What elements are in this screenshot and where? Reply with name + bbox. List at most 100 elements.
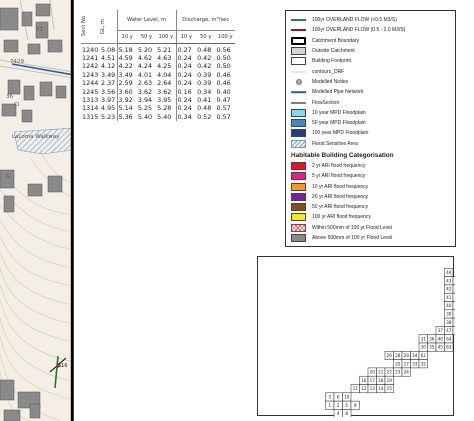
subheader-q-100y: 100 y	[215, 30, 235, 44]
table-cell: 5.20	[137, 45, 153, 54]
table-cell: 3.56	[101, 87, 116, 96]
red-box-icon	[291, 162, 306, 170]
legend-row: Building Footprint	[291, 56, 451, 66]
table-cell: 4.62	[137, 53, 153, 62]
node-dot-icon	[291, 78, 306, 86]
key-plan-sheet-number: 64	[446, 336, 452, 341]
subheader-wl-100y: 100 y	[156, 30, 176, 44]
legend-label: 100 year MPD Floodplain	[312, 130, 369, 137]
thick-outline-box-icon	[291, 36, 306, 45]
white-box-icon	[291, 57, 306, 66]
table-cell: 2.63	[137, 79, 153, 88]
legend-row: 20 yr ARI flood frequency	[291, 192, 451, 202]
green-line-icon	[291, 16, 306, 24]
legend-label: 5 yr ARI flood frequency	[312, 173, 366, 180]
table-cell: 2.59	[116, 79, 137, 88]
legend-label: FlowSection	[312, 99, 340, 106]
table-cell: 3.60	[116, 87, 137, 96]
table-cell: 0.42	[197, 53, 212, 62]
key-plan: 4443534252415140503949673848663747653136…	[257, 256, 455, 417]
legend-row: 100 year MPD Floodplain	[291, 128, 451, 138]
col-header-gl: GL, m	[100, 10, 117, 44]
table-cell: 5.08	[101, 45, 116, 54]
legend-label: 2 yr ARI flood frequency	[312, 163, 366, 169]
table-cell: 4.59	[116, 53, 137, 63]
table-row: 1245 3.56 3.60 3.62 3.62 0.16 0.34 0.40	[81, 87, 235, 96]
key-plan-sheet-number: 35	[429, 345, 435, 350]
table-row: 1241 4.51 4.59 4.62 4.63 0.24 0.42 0.50	[81, 53, 235, 63]
map-label-s16: S16	[58, 363, 68, 369]
legend-label: Within 500mm of 100 yr Flood Level	[312, 224, 393, 231]
legend-label: 50 yr ARI flood frequency	[312, 204, 369, 211]
legend-label: contours_DRF	[312, 68, 345, 75]
table-cell: 0.27	[175, 43, 197, 54]
table-cell: 5.25	[137, 104, 153, 113]
key-plan-sheet-number: 28	[395, 353, 401, 358]
table-cell: 0.46	[216, 70, 231, 79]
navy-box-icon	[291, 129, 306, 138]
yellow-box-icon	[291, 213, 306, 222]
key-plan-sheet-number: 45	[438, 345, 444, 350]
table-cell: 4.01	[137, 70, 153, 79]
map-view[interactable]: 71 7429 36 LaLoma Walkway Cl G S16	[0, 0, 74, 421]
legend-row: Catchment Boundary	[291, 36, 451, 46]
legend-label: Above 500mm of 100 yr Flood Level	[312, 235, 393, 242]
key-plan-sheet-number: 39	[446, 311, 452, 316]
table-cell: 5.36	[116, 112, 137, 122]
key-plan-sheet-number: 31	[421, 336, 427, 341]
table-cell: 3.95	[157, 95, 172, 104]
key-plan-sheet-number: 27	[404, 361, 410, 366]
col-header-water-level: Water Level, m	[116, 10, 176, 31]
key-plan-sheet-number: 63	[446, 345, 452, 350]
legend-label: Modelled Nodes	[312, 78, 349, 85]
key-plan-sheet-number: 14	[378, 386, 384, 391]
table-cell: 3.92	[116, 95, 137, 105]
table-cell: 1245	[82, 87, 99, 96]
legend-row: 50 year MPD Floodplain	[291, 118, 451, 128]
table-cell: 1242	[82, 62, 99, 71]
table-cell: 4.22	[116, 62, 137, 71]
table-cell: 3.94	[137, 95, 153, 104]
table-row: 1314 4.95 5.14 5.25 5.28 0.24 0.48 0.57	[81, 104, 235, 113]
blue-line-icon	[291, 88, 306, 96]
table-cell: 0.48	[197, 45, 212, 54]
table-cell: 0.48	[197, 104, 212, 113]
key-plan-sheet-number: 24	[404, 370, 410, 375]
table-row: 1244 2.37 2.59 2.63 2.64 0.24 0.39 0.46	[81, 79, 235, 88]
table-cell: 3.97	[101, 95, 116, 104]
legend-row: FlowSection	[291, 97, 451, 107]
table-cell: 4.51	[101, 53, 116, 62]
legend-row: 10 yr ARI flood frequency	[291, 181, 451, 191]
grey-box-icon	[291, 47, 306, 56]
legend-label: Flood Sensitive Area	[312, 140, 358, 147]
table-cell: 1244	[82, 79, 99, 88]
legend-row: 10 year MPD Floodplain	[291, 108, 451, 118]
map-canvas: 71 7429 36 LaLoma Walkway Cl G S16	[0, 0, 73, 421]
key-plan-canvas: 4443534252415140503949673848663747653136…	[325, 268, 455, 417]
table-cell: 0.16	[175, 87, 197, 96]
key-plan-sheet-number: 44	[446, 270, 452, 275]
table-cell: 5.40	[157, 112, 172, 121]
legend-label: Catchment Boundary	[312, 37, 359, 44]
map-label-walkway: LaLoma Walkway	[12, 134, 60, 140]
legend-row: Modelled Nodes	[291, 77, 451, 87]
table-cell: 4.63	[157, 53, 172, 62]
table-cell: 0.40	[216, 87, 231, 96]
col-header-discharge: Discharge, m³/sec	[175, 10, 235, 31]
legend-label: 100yr OVERLAND FLOW (0.5 - 2.0 M3/S)	[312, 27, 406, 34]
table-cell: 1243	[82, 70, 99, 79]
table-cell: 0.39	[197, 70, 212, 79]
key-plan-sheet-number: 46	[438, 336, 444, 341]
black-line-icon	[291, 99, 306, 107]
key-plan-sheet-number: 2	[337, 403, 340, 408]
table-cell: 1314	[82, 104, 99, 113]
legend-row: 50 yr ARI flood frequency	[291, 202, 451, 212]
key-plan-sheet-number: 36	[429, 336, 435, 341]
table-row: 1242 4.12 4.22 4.24 4.25 0.24 0.42 0.50	[81, 62, 235, 71]
key-plan-sheet-number: 30	[421, 345, 427, 350]
key-plan-sheet-number: 41	[446, 295, 452, 300]
map-label-g: G	[6, 174, 10, 180]
legend-label: 100 yr ARI flood frequency	[312, 214, 371, 221]
table-cell: 0.47	[216, 95, 231, 104]
table-cell: 4.12	[101, 62, 116, 71]
